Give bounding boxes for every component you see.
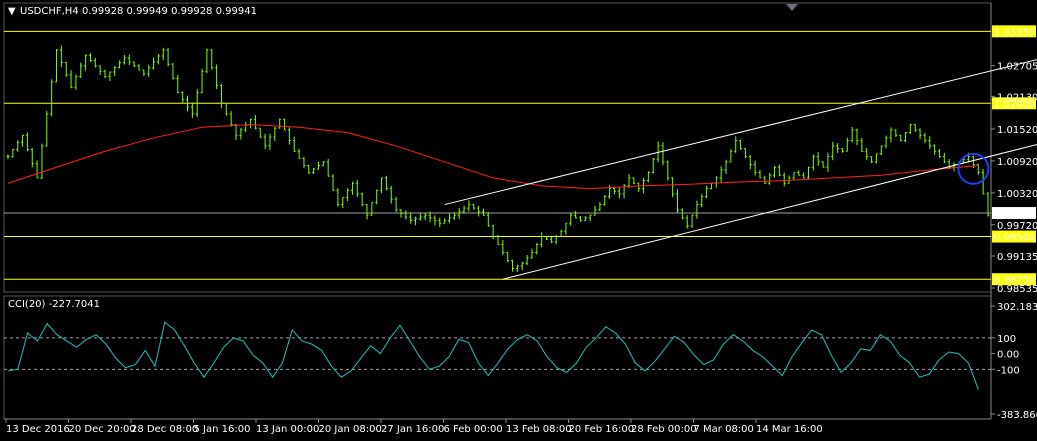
- cci-panel: [3, 295, 992, 420]
- price-tick-label: 1.02705: [997, 62, 1037, 73]
- price-tick-label: 0.99135: [997, 252, 1037, 263]
- time-tick-label: 13 Dec 2016: [6, 424, 70, 435]
- symbol-label: USDCHF,H4: [20, 6, 79, 17]
- time-tick-label: 28 Feb 00:00: [631, 424, 697, 435]
- time-tick-label: 5 Jan 16:00: [194, 424, 251, 435]
- time-tick-label: 13 Feb 08:00: [506, 424, 572, 435]
- price-tick-label: 1.00920: [997, 157, 1037, 168]
- time-tick-label: 28 Dec 08:00: [131, 424, 198, 435]
- time-tick-label: 7 Mar 08:00: [694, 424, 754, 435]
- cci-tick-label: 302.1831: [997, 302, 1037, 313]
- ohlc-label: 0.99928 0.99949 0.99928 0.99941: [82, 6, 257, 17]
- price-tick-label: 0.98535: [997, 284, 1037, 295]
- time-tick-label: 20 Jan 08:00: [319, 424, 382, 435]
- time-tick-label: 27 Jan 16:00: [381, 424, 444, 435]
- level-price-label: 0.99500: [994, 233, 1035, 244]
- chart: ▼ USDCHF,H4 0.99928 0.99949 0.99928 0.99…: [3, 2, 1037, 435]
- price-panel: [3, 2, 992, 293]
- current-price-label: 0.99941: [994, 209, 1035, 220]
- cci-title: CCI(20) -227.7041: [8, 299, 100, 310]
- cci-tick-label: -100: [997, 365, 1020, 376]
- cci-tick-label: 100: [997, 334, 1016, 345]
- time-tick-label: 14 Mar 16:00: [756, 424, 823, 435]
- time-tick-label: 20 Feb 16:00: [569, 424, 635, 435]
- time-tick-label: 20 Dec 20:00: [69, 424, 136, 435]
- time-tick-label: 13 Jan 00:00: [256, 424, 319, 435]
- cci-tick-label: -383.8666: [997, 410, 1037, 421]
- price-tick-label: 0.99720: [997, 221, 1037, 232]
- dropdown-arrow-icon[interactable]: ▼: [8, 6, 16, 17]
- price-tick-label: 1.00320: [997, 189, 1037, 200]
- price-tick-label: 1.01520: [997, 125, 1037, 136]
- level-price-label: 1.03350: [994, 27, 1035, 38]
- price-tick-label: 1.02130: [997, 92, 1037, 103]
- cci-tick-label: 0.00: [997, 350, 1019, 361]
- time-tick-label: 6 Feb 00:00: [444, 424, 503, 435]
